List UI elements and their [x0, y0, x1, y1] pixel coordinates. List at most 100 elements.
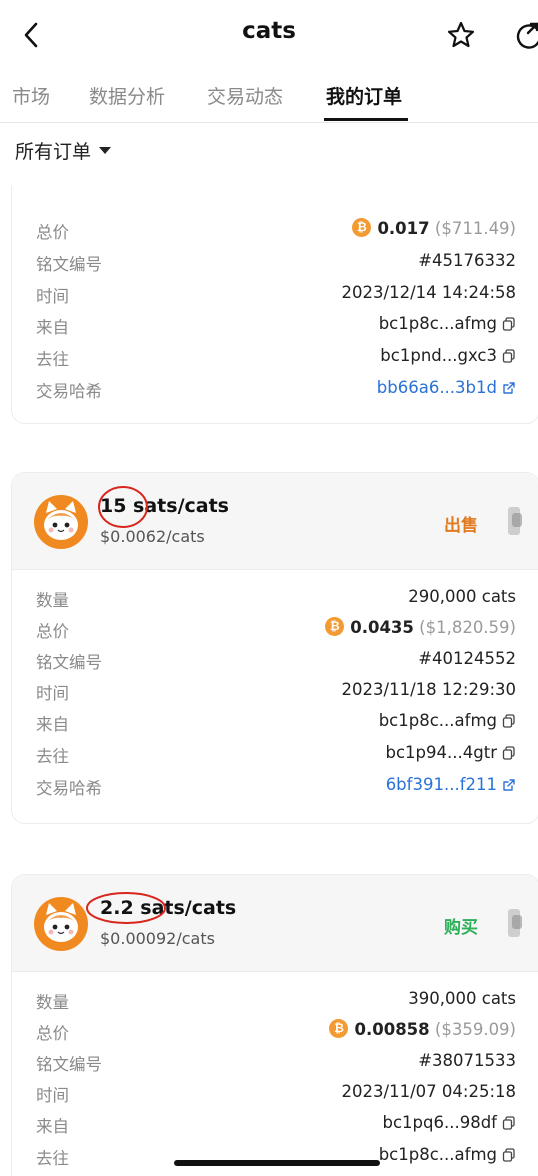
order-row-inscription: 铭文编号 #38071533: [36, 1047, 516, 1077]
tab-analytics[interactable]: 数据分析: [89, 82, 165, 109]
order-time: 2023/11/07 04:25:18: [341, 1082, 516, 1101]
row-label: 数量: [36, 591, 69, 610]
tab-activity[interactable]: 交易动态: [207, 82, 283, 109]
unit-price: 2.2 sats/cats: [100, 897, 237, 919]
total-btc: 0.0435: [350, 618, 414, 637]
order-row-quantity: 数量 390,000 cats: [36, 985, 516, 1015]
row-label: 总价: [36, 622, 69, 641]
order-time: 2023/12/14 14:24:58: [341, 283, 516, 302]
row-label: 交易哈希: [36, 382, 102, 401]
blurred-icon: [508, 507, 522, 535]
total-usd: ($359.09): [434, 1020, 516, 1039]
row-label: 总价: [36, 1024, 69, 1043]
from-address: bc1p8c...afmg: [378, 711, 497, 730]
row-label: 去往: [36, 350, 69, 369]
cat-avatar: [34, 897, 88, 951]
order-card: 总价 ₿ 0.017 ($711.49) 铭文编号 #45176332 时间 20…: [11, 186, 538, 424]
cat-face-icon: [44, 501, 78, 540]
row-label: 去往: [36, 1149, 69, 1168]
order-row-to: 去往 bc1p94...4gtr: [36, 739, 516, 769]
order-row-hash: 交易哈希 bb66a6...3b1d: [36, 374, 516, 404]
order-row-time: 时间 2023/12/14 14:24:58: [36, 279, 516, 309]
order-card[interactable]: 2.2 sats/cats $0.00092/cats 购买 数量 390,00…: [11, 874, 538, 1176]
total-usd: ($711.49): [434, 219, 516, 238]
order-quantity: 390,000 cats: [408, 989, 516, 1008]
copy-icon[interactable]: [502, 316, 516, 331]
order-time: 2023/11/18 12:29:30: [341, 680, 516, 699]
order-row-total: 总价 ₿ 0.00858 ($359.09): [36, 1016, 516, 1046]
order-row-total: 总价 ₿ 0.017 ($711.49): [36, 215, 516, 245]
order-row-from: 来自 bc1pq6...98df: [36, 1109, 516, 1139]
order-row-time: 时间 2023/11/18 12:29:30: [36, 676, 516, 706]
unit-price: 15 sats/cats: [100, 495, 229, 517]
external-link-icon[interactable]: [502, 778, 516, 792]
row-label: 去往: [36, 747, 69, 766]
order-row-to: 去往 bc1pnd...gxc3: [36, 342, 516, 372]
tab-bar: 市场 数据分析 交易动态 我的订单: [0, 70, 538, 123]
from-address: bc1p8c...afmg: [378, 314, 497, 333]
copy-icon[interactable]: [502, 1147, 516, 1162]
to-address: bc1p94...4gtr: [385, 743, 497, 762]
order-row-time: 时间 2023/11/07 04:25:18: [36, 1078, 516, 1108]
to-address: bc1p8c...afmg: [378, 1145, 497, 1164]
caret-down-icon: [99, 147, 112, 154]
tx-hash-link[interactable]: 6bf391...f211: [386, 775, 497, 794]
bitcoin-icon: ₿: [352, 218, 372, 237]
home-indicator[interactable]: [174, 1160, 380, 1166]
order-card-header: 2.2 sats/cats $0.00092/cats 购买: [12, 875, 538, 972]
order-quantity: 290,000 cats: [408, 587, 516, 606]
share-icon[interactable]: [514, 20, 538, 50]
inscription-number: #38071533: [418, 1051, 516, 1070]
bitcoin-icon: ₿: [329, 1019, 349, 1038]
order-filter-dropdown[interactable]: 所有订单: [15, 137, 112, 164]
row-label: 时间: [36, 684, 69, 703]
order-side-badge: 购买: [444, 918, 478, 938]
row-label: 来自: [36, 715, 69, 734]
order-list[interactable]: 总价 ₿ 0.017 ($711.49) 铭文编号 #45176332 时间 20…: [0, 186, 538, 1176]
row-label: 交易哈希: [36, 779, 102, 798]
to-address: bc1pnd...gxc3: [380, 346, 497, 365]
order-card[interactable]: 15 sats/cats $0.0062/cats 出售 数量 290,000 …: [11, 472, 538, 824]
copy-icon[interactable]: [502, 348, 516, 363]
row-label: 来自: [36, 1117, 69, 1136]
total-btc: 0.00858: [354, 1020, 430, 1039]
inscription-number: #45176332: [418, 251, 516, 270]
row-label: 总价: [36, 223, 69, 242]
active-tab-indicator: [324, 118, 408, 121]
tx-hash-link[interactable]: bb66a6...3b1d: [377, 378, 497, 397]
order-row-hash: 交易哈希 6bf391...f211: [36, 771, 516, 801]
order-row-inscription: 铭文编号 #45176332: [36, 247, 516, 277]
row-label: 时间: [36, 1086, 69, 1105]
order-row-quantity: 数量 290,000 cats: [36, 583, 516, 613]
top-bar: cats: [0, 0, 538, 70]
order-card-header: 15 sats/cats $0.0062/cats 出售: [12, 473, 538, 570]
unit-price-usd: $0.00092/cats: [100, 929, 215, 948]
order-row-from: 来自 bc1p8c...afmg: [36, 707, 516, 737]
cat-avatar: [34, 495, 88, 549]
row-label: 铭文编号: [36, 653, 102, 672]
order-row-total: 总价 ₿ 0.0435 ($1,820.59): [36, 614, 516, 644]
order-row-inscription: 铭文编号 #40124552: [36, 645, 516, 675]
copy-icon[interactable]: [502, 1115, 516, 1130]
row-label: 铭文编号: [36, 1055, 102, 1074]
copy-icon[interactable]: [502, 713, 516, 728]
row-label: 时间: [36, 287, 69, 306]
from-address: bc1pq6...98df: [382, 1113, 497, 1132]
row-label: 数量: [36, 993, 69, 1012]
tab-my-orders[interactable]: 我的订单: [326, 82, 402, 109]
copy-icon[interactable]: [502, 745, 516, 760]
inscription-number: #40124552: [418, 649, 516, 668]
total-usd: ($1,820.59): [419, 618, 516, 637]
order-side-badge: 出售: [444, 516, 478, 536]
unit-price-usd: $0.0062/cats: [100, 527, 205, 546]
tab-market[interactable]: 市场: [12, 82, 50, 109]
blurred-icon: [508, 909, 522, 937]
star-outline-icon[interactable]: [446, 20, 476, 50]
bitcoin-icon: ₿: [325, 617, 345, 636]
cat-face-icon: [44, 903, 78, 942]
external-link-icon[interactable]: [502, 381, 516, 395]
order-filter-label: 所有订单: [15, 141, 92, 163]
order-row-from: 来自 bc1p8c...afmg: [36, 310, 516, 340]
row-label: 来自: [36, 318, 69, 337]
total-btc: 0.017: [377, 219, 430, 238]
